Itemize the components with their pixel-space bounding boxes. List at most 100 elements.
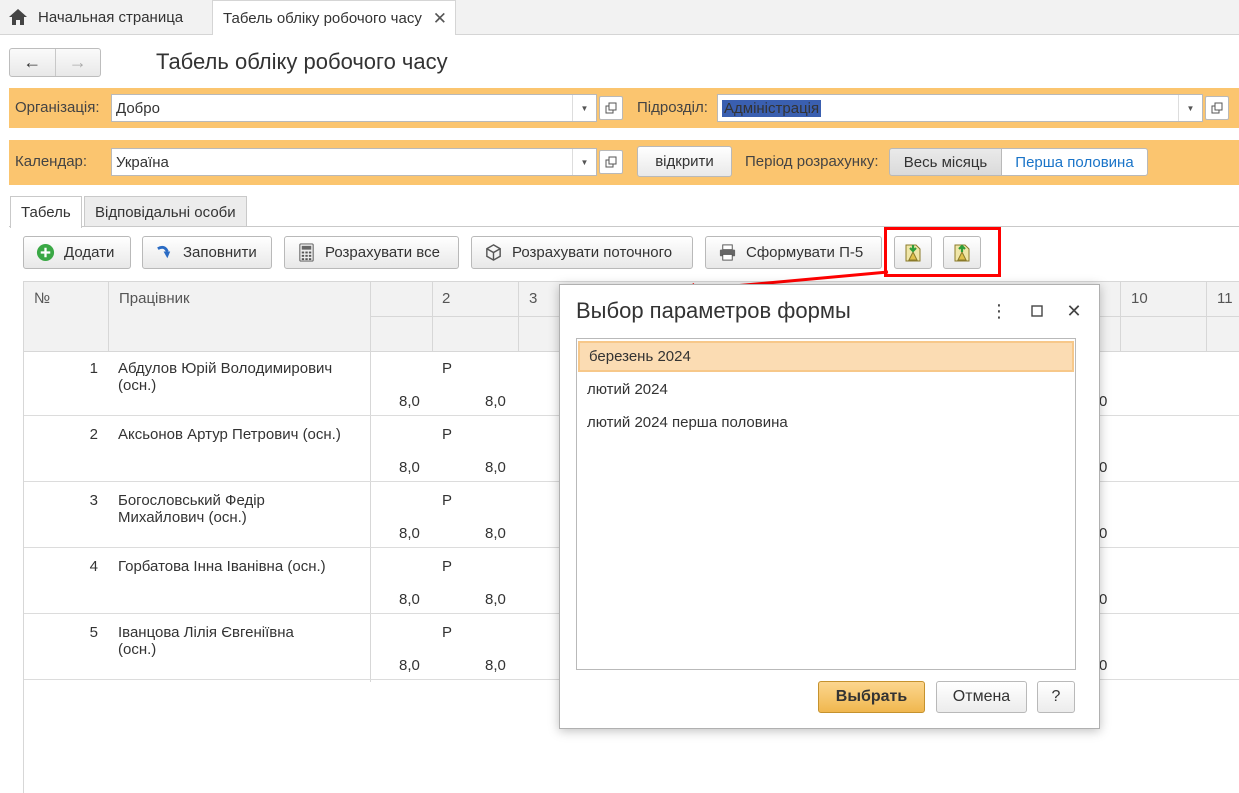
- col-day-10-header[interactable]: 10: [1131, 290, 1148, 307]
- close-icon[interactable]: ✕: [433, 9, 447, 29]
- calendar-value: Україна: [116, 154, 169, 171]
- chevron-down-icon[interactable]: ▼: [572, 149, 596, 175]
- open-calendar-text-button[interactable]: відкрити: [637, 146, 732, 177]
- hours-value: 0: [1099, 591, 1108, 608]
- forward-button[interactable]: →: [56, 49, 101, 76]
- employee-name: Іванцова Лілія Євгеніївна (осн.): [118, 624, 294, 658]
- employee-name: Абдулов Юрій Володимирович (осн.): [118, 360, 333, 394]
- calculate-current-button[interactable]: Розрахувати поточного: [471, 236, 693, 269]
- maximize-icon[interactable]: [1025, 299, 1049, 323]
- fill-button[interactable]: Заповнити: [142, 236, 272, 269]
- calculator-icon: [299, 243, 314, 262]
- hours-value: 8,0: [485, 393, 506, 410]
- col-day-3-header[interactable]: 3: [529, 290, 537, 307]
- help-button[interactable]: ?: [1037, 681, 1075, 713]
- fill-button-label: Заповнити: [183, 244, 257, 261]
- hours-value: 8,0: [485, 459, 506, 476]
- col-employee-header[interactable]: Працівник: [119, 290, 190, 307]
- select-button[interactable]: Выбрать: [818, 681, 925, 713]
- day-code: Р: [442, 624, 453, 641]
- employee-name: Горбатова Інна Іванівна (осн.): [118, 558, 326, 575]
- col-num-header[interactable]: №: [34, 290, 50, 307]
- back-button[interactable]: ←: [10, 49, 56, 76]
- day-code: Р: [442, 492, 453, 509]
- form-parameters-dialog: Выбор параметров формы ⋮ ✕ березень 2024…: [559, 284, 1100, 729]
- col-divider: [1206, 282, 1207, 352]
- department-field[interactable]: Адміністрація ▼: [717, 94, 1203, 122]
- open-organization-button[interactable]: [599, 96, 623, 120]
- add-button[interactable]: Додати: [23, 236, 131, 269]
- col-divider: [370, 282, 371, 682]
- col-day-11-header[interactable]: 11: [1217, 290, 1233, 307]
- add-icon: [36, 243, 55, 262]
- calculate-all-button[interactable]: Розрахувати все: [284, 236, 459, 269]
- col-day-2-header[interactable]: 2: [442, 290, 450, 307]
- form-p5-label: Сформувати П-5: [746, 244, 864, 261]
- hours-value: 0: [1099, 525, 1108, 542]
- tab-timesheet-label: Табель обліку робочого часу: [223, 9, 422, 27]
- annotation-highlight-box: [884, 227, 1001, 277]
- tab-timesheet-form[interactable]: Табель: [10, 196, 82, 228]
- day-code: Р: [442, 426, 453, 443]
- department-value: Адміністрація: [722, 100, 822, 117]
- hours-value: 8,0: [399, 525, 420, 542]
- row-number: 3: [89, 492, 98, 509]
- fill-arrow-icon: [157, 245, 171, 259]
- day-code: Р: [442, 558, 453, 575]
- list-item[interactable]: березень 2024: [578, 341, 1074, 372]
- col-divider: [1120, 282, 1121, 352]
- employee-name: Аксьонов Артур Петрович (осн.): [118, 426, 341, 443]
- row-number: 2: [89, 426, 98, 443]
- open-window-icon: [605, 102, 617, 114]
- col-divider: [108, 282, 109, 352]
- row-number: 4: [89, 558, 98, 575]
- period-first-half-button[interactable]: Перша половина: [1001, 148, 1148, 176]
- list-item[interactable]: лютий 2024 перша половина: [578, 407, 1074, 438]
- hours-value: 8,0: [399, 393, 420, 410]
- employee-name: Богословський Федір Михайлович (осн.): [118, 492, 265, 526]
- nav-buttons: ← →: [9, 48, 101, 77]
- hours-value: 0: [1099, 459, 1108, 476]
- hours-value: 8,0: [485, 525, 506, 542]
- department-label: Підрозділ:: [637, 99, 708, 116]
- period-label: Період розрахунку:: [745, 153, 879, 170]
- calculate-current-label: Розрахувати поточного: [512, 244, 673, 261]
- list-item[interactable]: лютий 2024: [578, 374, 1074, 405]
- organization-value: Добро: [116, 100, 160, 117]
- calendar-label: Календар:: [15, 153, 88, 170]
- hours-value: 8,0: [485, 657, 506, 674]
- tab-bar: Начальная страница Табель обліку робочог…: [0, 0, 1239, 35]
- home-icon: [9, 9, 27, 25]
- tab-timesheet[interactable]: Табель обліку робочого часу ✕: [212, 0, 456, 35]
- page-title: Табель обліку робочого часу: [156, 49, 448, 74]
- cube-icon: [486, 244, 501, 261]
- form-p5-button[interactable]: Сформувати П-5: [705, 236, 882, 269]
- tab-home-label: Начальная страница: [38, 8, 184, 26]
- open-calendar-button[interactable]: [599, 150, 623, 174]
- row-number: 1: [89, 360, 98, 377]
- chevron-down-icon[interactable]: ▼: [1178, 95, 1202, 121]
- col-divider: [518, 282, 519, 352]
- tab-divider: [9, 226, 1239, 227]
- open-department-button[interactable]: [1205, 96, 1229, 120]
- cancel-button[interactable]: Отмена: [936, 681, 1027, 713]
- organization-label: Організація:: [15, 99, 100, 116]
- calendar-field[interactable]: Україна ▼: [111, 148, 597, 176]
- calculate-all-label: Розрахувати все: [325, 244, 440, 261]
- period-whole-month-button[interactable]: Весь місяць: [889, 148, 1002, 176]
- tab-home[interactable]: Начальная страница: [0, 0, 203, 34]
- hours-value: 8,0: [399, 657, 420, 674]
- hours-value: 0: [1099, 657, 1108, 674]
- day-code: Р: [442, 360, 453, 377]
- close-icon[interactable]: ✕: [1062, 299, 1086, 323]
- printer-icon: [719, 244, 736, 261]
- add-button-label: Додати: [64, 244, 115, 261]
- organization-field[interactable]: Добро ▼: [111, 94, 597, 122]
- hours-value: 0: [1099, 393, 1108, 410]
- tab-responsible-persons[interactable]: Відповідальні особи: [84, 196, 247, 227]
- more-menu-icon[interactable]: ⋮: [987, 299, 1011, 323]
- col-divider: [432, 282, 433, 352]
- form-list: березень 2024 лютий 2024 лютий 2024 перш…: [576, 338, 1076, 670]
- hours-value: 8,0: [399, 459, 420, 476]
- chevron-down-icon[interactable]: ▼: [572, 95, 596, 121]
